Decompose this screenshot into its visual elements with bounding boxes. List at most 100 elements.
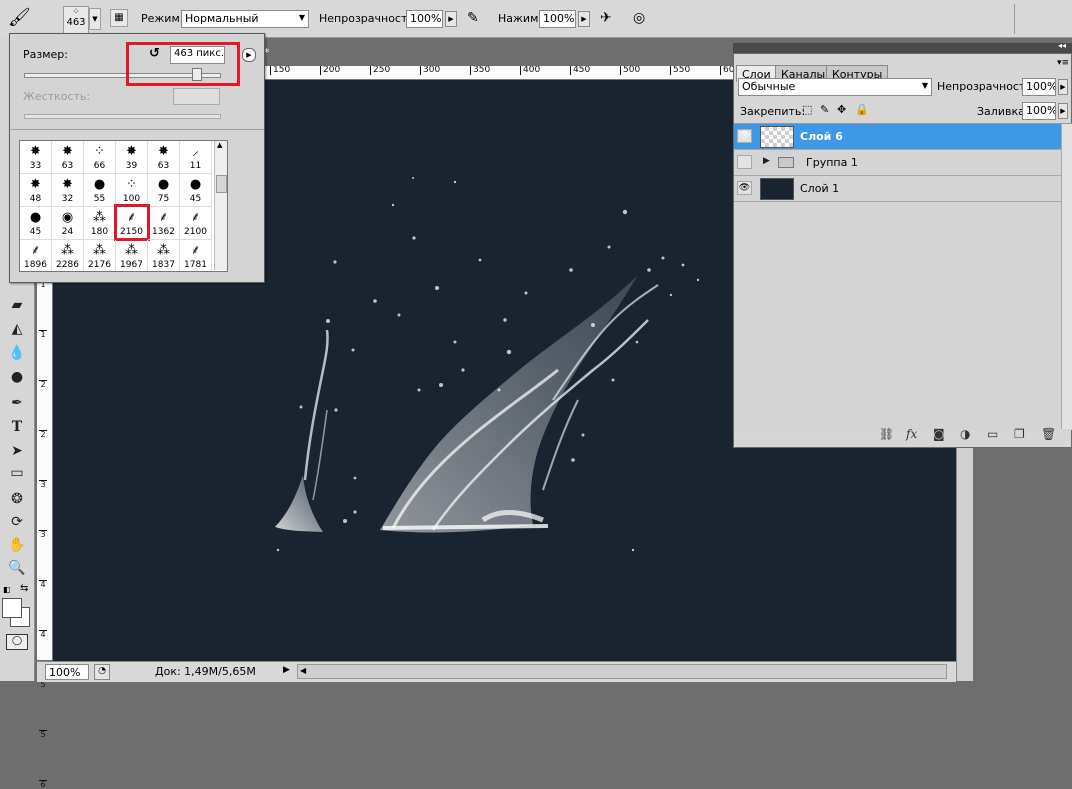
brush-preset[interactable]: ✸ 32 bbox=[52, 174, 84, 207]
layer-row[interactable]: 👁 Слой 1 bbox=[734, 176, 1061, 202]
foreground-color-swatch[interactable] bbox=[2, 598, 22, 618]
brush-preset[interactable]: ⁂ 180 bbox=[84, 207, 116, 240]
brush-preset[interactable]: ● 45 bbox=[20, 207, 52, 240]
brush-size-label: 11 bbox=[189, 161, 202, 171]
zoom-field[interactable]: 100% bbox=[45, 664, 89, 680]
visibility-eye-icon[interactable] bbox=[737, 155, 752, 169]
expand-group-icon[interactable]: ▶ bbox=[763, 156, 770, 166]
brush-picker-toggle-button[interactable]: ▼ bbox=[89, 8, 101, 30]
brush-tip-icon: ⁂ bbox=[125, 243, 138, 258]
brush-preset[interactable]: ✸ 33 bbox=[20, 141, 52, 174]
brush-preset[interactable]: ⸙ 2100 bbox=[180, 207, 212, 240]
fx-icon[interactable]: fx bbox=[906, 427, 917, 441]
layer-opacity-arrow-button[interactable]: ▶ bbox=[1058, 79, 1068, 95]
brush-preset[interactable]: ⁘ 66 bbox=[84, 141, 116, 174]
blur-tool-icon[interactable]: 💧 bbox=[6, 343, 28, 363]
adjustment-icon[interactable]: ◑ bbox=[960, 427, 970, 441]
scroll-up-icon[interactable]: ▲ bbox=[217, 141, 222, 149]
brush-panel-icon[interactable]: ▦ bbox=[110, 9, 128, 27]
link-icon[interactable]: ⛓ bbox=[879, 427, 894, 441]
eraser-tool-icon[interactable]: ▰ bbox=[6, 295, 28, 315]
brush-preset[interactable]: ✸ 48 bbox=[20, 174, 52, 207]
fill-input[interactable]: 100% bbox=[1022, 102, 1056, 120]
scroll-left-icon[interactable]: ◀ bbox=[300, 666, 306, 675]
3d-orbit-tool-icon[interactable]: ⟳ bbox=[6, 512, 28, 532]
ruler-tick-label: 4 bbox=[39, 630, 47, 639]
default-colors-icon[interactable]: ◧ bbox=[3, 585, 11, 594]
opacity-input[interactable]: 100% bbox=[406, 10, 443, 28]
brush-size-label: 75 bbox=[157, 194, 170, 204]
status-menu-arrow-icon[interactable]: ▶ bbox=[283, 665, 290, 675]
brush-preset[interactable]: ⸙ 1896 bbox=[20, 240, 52, 271]
lock-all-icon[interactable]: 🔒 bbox=[855, 103, 869, 116]
tablet-opacity-icon[interactable]: ✎ bbox=[467, 8, 487, 28]
layer-row[interactable]: ▶ Группа 1 bbox=[734, 150, 1061, 176]
brush-preset-preview[interactable]: ⁘ 463 bbox=[63, 6, 89, 34]
panel-menu-icon[interactable]: ▾≡ bbox=[1057, 58, 1069, 68]
brush-preset[interactable]: ⁂ 1967 bbox=[116, 240, 148, 271]
lock-pixels-icon[interactable]: ✎ bbox=[820, 103, 829, 116]
flow-input[interactable]: 100% bbox=[539, 10, 576, 28]
mask-icon[interactable]: ◙ bbox=[933, 427, 945, 441]
brush-tool-icon[interactable]: 🖌 bbox=[8, 6, 38, 30]
scroll-thumb[interactable] bbox=[216, 175, 227, 193]
path-selection-tool-icon[interactable]: ➤ bbox=[6, 441, 28, 461]
airbrush-icon[interactable]: ✈ bbox=[600, 8, 620, 28]
visibility-eye-icon[interactable]: 👁 bbox=[737, 181, 752, 195]
lock-position-icon[interactable]: ✥ bbox=[837, 103, 846, 116]
layer-row[interactable]: 👁 Слой 6 bbox=[734, 124, 1061, 150]
quick-mask-icon[interactable]: ◯ bbox=[6, 634, 28, 650]
document-info: Док: 1,49M/5,65M bbox=[155, 665, 256, 678]
trash-icon[interactable]: 🗑 bbox=[1041, 427, 1056, 441]
ruler-tick-label: 250 bbox=[370, 66, 390, 75]
folder-icon[interactable]: ▭ bbox=[987, 427, 998, 441]
ruler-tick-label: 3 bbox=[39, 480, 47, 489]
brush-preset[interactable]: ⸙ 1362 bbox=[148, 207, 180, 240]
lock-transparency-icon[interactable]: ⬚ bbox=[802, 103, 812, 116]
shape-tool-icon[interactable]: ▭ bbox=[6, 463, 28, 483]
brush-preset[interactable]: ✸ 39 bbox=[116, 141, 148, 174]
brush-size-label: 55 bbox=[93, 194, 106, 204]
flow-slider-toggle-button[interactable]: ▶ bbox=[578, 11, 590, 27]
dodge-tool-icon[interactable]: ● bbox=[6, 367, 28, 387]
panel-collapse-bar[interactable]: ◂◂ bbox=[733, 41, 1072, 53]
blend-mode-select[interactable]: Обычные ▼ bbox=[738, 78, 932, 96]
brush-grid-scrollbar[interactable]: ▲ bbox=[214, 141, 227, 270]
tablet-size-icon[interactable]: ◎ bbox=[633, 8, 653, 28]
brush-preset[interactable]: ◉ 24 bbox=[52, 207, 84, 240]
brush-preset[interactable]: ⁂ 1837 bbox=[148, 240, 180, 271]
brush-preset[interactable]: ⁘ 100 bbox=[116, 174, 148, 207]
visibility-eye-icon[interactable]: 👁 bbox=[737, 129, 752, 143]
brush-size-label: 2100 bbox=[184, 227, 207, 237]
paint-bucket-tool-icon[interactable]: ◭ bbox=[6, 319, 28, 339]
brush-preset[interactable]: ● 45 bbox=[180, 174, 212, 207]
layers-scrollbar[interactable] bbox=[1061, 124, 1072, 429]
brush-preset[interactable]: ● 55 bbox=[84, 174, 116, 207]
brush-preset[interactable]: ● 75 bbox=[148, 174, 180, 207]
opacity-slider-toggle-button[interactable]: ▶ bbox=[445, 11, 457, 27]
fill-arrow-button[interactable]: ▶ bbox=[1058, 103, 1068, 119]
type-tool-icon[interactable]: T bbox=[6, 417, 28, 437]
pen-tool-icon[interactable]: ✒ bbox=[6, 393, 28, 413]
layers-panel: Слои Каналы Контуры ▾≡ Обычные ▼ Непрозр… bbox=[733, 53, 1072, 448]
swap-colors-icon[interactable]: ⇆ bbox=[20, 583, 28, 594]
collapse-icon[interactable]: ◂◂ bbox=[1058, 41, 1066, 50]
horizontal-scrollbar[interactable]: ◀ bbox=[297, 664, 947, 679]
zoom-tool-icon[interactable]: 🔍 bbox=[6, 558, 28, 578]
3d-rotate-tool-icon[interactable]: ❂ bbox=[6, 489, 28, 509]
brush-preset[interactable]: ⸝ 11 bbox=[180, 141, 212, 174]
mode-select[interactable]: Нормальный ▼ bbox=[181, 10, 309, 28]
zoom-icon[interactable]: ◔ bbox=[94, 664, 110, 680]
chevron-down-icon: ▼ bbox=[921, 81, 928, 90]
hand-tool-icon[interactable]: ✋ bbox=[6, 535, 28, 555]
brush-preset[interactable]: ✸ 63 bbox=[52, 141, 84, 174]
brush-preset[interactable]: ⁂ 2286 bbox=[52, 240, 84, 271]
brush-size-preview: 463 bbox=[66, 17, 86, 28]
brush-preset[interactable]: ⁂ 2176 bbox=[84, 240, 116, 271]
layer-opacity-input[interactable]: 100% bbox=[1022, 78, 1056, 96]
picker-menu-arrow-icon[interactable]: ▶ bbox=[242, 48, 256, 62]
panel-divider bbox=[1014, 4, 1015, 34]
new-layer-icon[interactable]: ❐ bbox=[1014, 427, 1025, 441]
brush-preset[interactable]: ⸙ 1781 bbox=[180, 240, 212, 271]
brush-preset[interactable]: ✸ 63 bbox=[148, 141, 180, 174]
